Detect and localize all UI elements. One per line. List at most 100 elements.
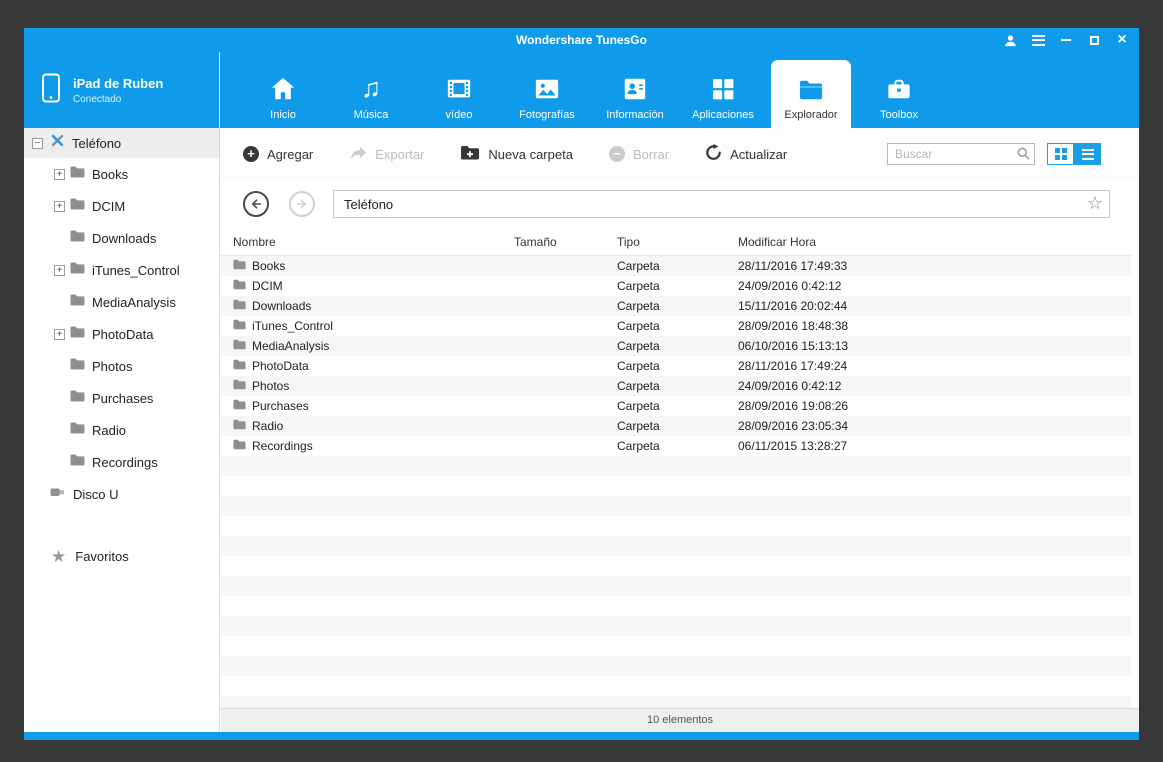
content-area: + Agregar Exportar Nueva carpeta − Borra… xyxy=(221,128,1139,732)
folder-icon xyxy=(70,389,85,407)
folder-icon xyxy=(70,165,85,183)
file-type: Carpeta xyxy=(617,359,660,373)
sidebar-item-telefono[interactable]: − Teléfono xyxy=(24,128,219,158)
table-row[interactable]: DCIM Carpeta 24/09/2016 0:42:12 xyxy=(221,276,1131,296)
status-bar: 10 elementos xyxy=(221,708,1139,732)
nav-item-explorador[interactable]: Explorador xyxy=(771,60,851,128)
file-modified: 06/10/2016 15:13:13 xyxy=(738,339,849,353)
empty-row xyxy=(221,596,1131,616)
file-name: Downloads xyxy=(252,299,312,313)
folder-icon xyxy=(233,359,246,373)
folder-icon xyxy=(233,299,246,313)
folder-icon xyxy=(70,293,85,311)
folder-icon xyxy=(797,72,825,102)
column-header-tamano[interactable]: Tamaño xyxy=(514,235,617,249)
search-input[interactable] xyxy=(887,143,1035,165)
table-row[interactable]: Purchases Carpeta 28/09/2016 19:08:26 xyxy=(221,396,1131,416)
tools-icon xyxy=(50,133,65,153)
expand-icon[interactable]: + xyxy=(54,200,65,212)
file-name: PhotoData xyxy=(252,359,309,373)
folder-icon xyxy=(233,399,246,413)
nav-item-aplicaciones[interactable]: Aplicaciones xyxy=(679,52,767,128)
file-type: Carpeta xyxy=(617,399,660,413)
export-button[interactable]: Exportar xyxy=(349,146,424,163)
table-row[interactable]: Photos Carpeta 24/09/2016 0:42:12 xyxy=(221,376,1131,396)
sidebar-item-disco-u[interactable]: Disco U xyxy=(24,478,219,510)
folder-icon xyxy=(233,259,246,273)
nav-item-fotografias[interactable]: Fotografías xyxy=(503,52,591,128)
table-row[interactable]: Downloads Carpeta 15/11/2016 20:02:44 xyxy=(221,296,1131,316)
sidebar-item-dcim[interactable]: + DCIM xyxy=(24,190,219,222)
toolbox-icon xyxy=(885,72,913,102)
nav-item-informacion[interactable]: Información xyxy=(591,52,679,128)
column-header-modificar-hora[interactable]: Modificar Hora xyxy=(738,235,1131,249)
file-modified: 28/11/2016 17:49:24 xyxy=(738,359,848,373)
table-row[interactable]: Recordings Carpeta 06/11/2015 13:28:27 xyxy=(221,436,1131,456)
column-header-tipo[interactable]: Tipo xyxy=(617,235,738,249)
file-name: DCIM xyxy=(252,279,283,293)
forward-button[interactable] xyxy=(289,191,315,217)
file-type: Carpeta xyxy=(617,379,660,393)
sidebar-item-purchases[interactable]: +Purchases xyxy=(24,382,219,414)
nav-item-video[interactable]: vídeo xyxy=(415,52,503,128)
folder-icon xyxy=(70,261,85,279)
maximize-button[interactable] xyxy=(1087,33,1101,47)
sidebar-item-radio[interactable]: +Radio xyxy=(24,414,219,446)
nav-item-inicio[interactable]: Inicio xyxy=(239,52,327,128)
sidebar-item-books[interactable]: + Books xyxy=(24,158,219,190)
path-field: ☆ xyxy=(333,190,1110,218)
sidebar-item-photos[interactable]: +Photos xyxy=(24,350,219,382)
add-button[interactable]: + Agregar xyxy=(243,146,313,162)
sidebar-item-downloads[interactable]: +Downloads xyxy=(24,222,219,254)
refresh-button[interactable]: Actualizar xyxy=(705,144,787,164)
table-row[interactable]: iTunes_Control Carpeta 28/09/2016 18:48:38 xyxy=(221,316,1131,336)
expand-icon[interactable]: + xyxy=(54,168,65,180)
nav-item-toolbox[interactable]: Toolbox xyxy=(855,52,943,128)
minimize-button[interactable] xyxy=(1059,33,1073,47)
new-folder-icon xyxy=(460,145,480,163)
grid-view-button[interactable] xyxy=(1047,143,1074,165)
folder-icon xyxy=(233,439,246,453)
back-button[interactable] xyxy=(243,191,269,217)
expand-icon[interactable]: + xyxy=(54,264,65,276)
table-row[interactable]: MediaAnalysis Carpeta 06/10/2016 15:13:13 xyxy=(221,336,1131,356)
file-type: Carpeta xyxy=(617,299,660,313)
sidebar-item-favoritos[interactable]: ★ Favoritos xyxy=(24,540,219,572)
user-account-icon[interactable] xyxy=(1003,33,1017,47)
collapse-icon[interactable]: − xyxy=(32,137,43,149)
file-modified: 28/09/2016 19:08:26 xyxy=(738,399,849,413)
column-header-nombre[interactable]: Nombre xyxy=(233,235,514,249)
empty-row xyxy=(221,516,1131,536)
table-row[interactable]: Radio Carpeta 28/09/2016 23:05:34 xyxy=(221,416,1131,436)
folder-icon xyxy=(70,229,85,247)
file-name: MediaAnalysis xyxy=(252,339,330,353)
list-view-button[interactable] xyxy=(1074,143,1101,165)
empty-row xyxy=(221,536,1131,556)
view-toggle xyxy=(1047,143,1101,165)
sidebar-item-recordings[interactable]: +Recordings xyxy=(24,446,219,478)
table-row[interactable]: Books Carpeta 28/11/2016 17:49:33 xyxy=(221,256,1131,276)
file-list: Books Carpeta 28/11/2016 17:49:33 DCIM Carpe… xyxy=(221,256,1131,708)
favorite-star-icon[interactable]: ☆ xyxy=(1087,193,1103,214)
plus-circle-icon: + xyxy=(243,146,259,162)
device-info: iPad de Ruben Conectado xyxy=(24,52,220,128)
path-input[interactable] xyxy=(333,190,1110,218)
empty-row xyxy=(221,616,1131,636)
new-folder-button[interactable]: Nueva carpeta xyxy=(460,145,573,163)
file-modified: 24/09/2016 0:42:12 xyxy=(738,379,842,393)
delete-button[interactable]: − Borrar xyxy=(608,146,669,162)
sidebar-item-mediaanalysis[interactable]: +MediaAnalysis xyxy=(24,286,219,318)
video-icon xyxy=(445,72,473,102)
file-name: Purchases xyxy=(252,399,309,413)
close-button[interactable]: × xyxy=(1115,32,1129,48)
sidebar-item-itunes_control[interactable]: + iTunes_Control xyxy=(24,254,219,286)
sidebar-item-photodata[interactable]: + PhotoData xyxy=(24,318,219,350)
empty-row xyxy=(221,456,1131,476)
expand-icon[interactable]: + xyxy=(54,328,65,340)
file-type: Carpeta xyxy=(617,259,660,273)
menu-icon[interactable] xyxy=(1031,33,1045,47)
empty-row xyxy=(221,556,1131,576)
table-row[interactable]: PhotoData Carpeta 28/11/2016 17:49:24 xyxy=(221,356,1131,376)
file-modified: 28/11/2016 17:49:33 xyxy=(738,259,848,273)
nav-item-musica[interactable]: ♫ Música xyxy=(327,52,415,128)
